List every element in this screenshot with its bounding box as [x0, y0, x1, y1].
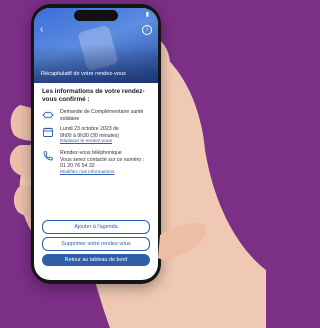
phone-number: 01 20 76 54 32 [60, 163, 95, 170]
list-item: Rendez-vous téléphonique Vous serez cont… [42, 150, 150, 176]
calendar-icon [43, 127, 53, 138]
phone-icon [43, 150, 54, 161]
info-icon[interactable]: i [142, 25, 152, 35]
add-to-agenda-button[interactable]: Ajouter à l'agenda [42, 220, 150, 234]
appointment-summary: Les informations de votre rendez-vous co… [42, 88, 150, 180]
list-item: Demande de Complémentaire santé solidair… [42, 109, 150, 122]
back-button[interactable]: ‹ [40, 25, 43, 35]
edit-info-link[interactable]: Modifiez nos informations [60, 170, 144, 177]
service-line-1: Demande de Complémentaire santé [60, 109, 144, 115]
call-note: Vous serez contacté sur ce numéro : [60, 156, 145, 163]
phone-notch [74, 10, 118, 21]
back-to-dashboard-button[interactable]: Retour au tableau de bord [42, 254, 150, 266]
phone-screen: ▮ ‹ i Récapitulatif de votre rendez-vous… [34, 8, 158, 280]
delete-appointment-button[interactable]: Supprimer votre rendez-vous [42, 237, 150, 251]
service-line-2: solidaire [60, 115, 80, 122]
date-line-1: Lundi 23 octobre 2023 de [60, 126, 119, 133]
page-title: Récapitulatif de votre rendez-vous [41, 71, 126, 77]
summary-heading: Les informations de votre rendez-vous co… [42, 88, 145, 103]
list-item: Lundi 23 octobre 2023 de 9h00 à 9h30 (30… [42, 126, 150, 146]
handshake-icon [42, 111, 54, 119]
move-appointment-link[interactable]: Déplacer le rendez-vous [60, 139, 119, 146]
battery-icon: ▮ [145, 12, 149, 18]
hero-overlay [34, 45, 158, 83]
call-type: Rendez-vous téléphonique [60, 149, 122, 156]
